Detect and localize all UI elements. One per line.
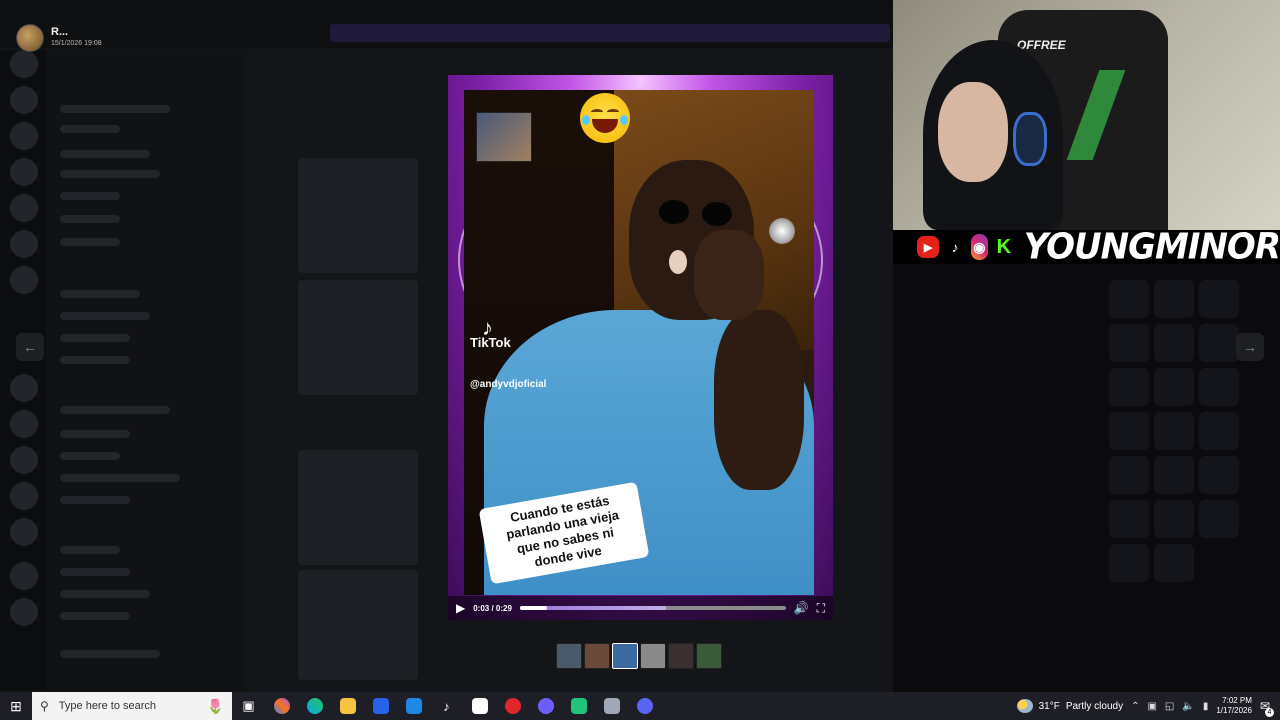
video-time: 0:03 / 0:29 xyxy=(473,603,512,613)
media-thumbnail-strip xyxy=(556,643,722,669)
channel-list xyxy=(46,50,246,692)
sender-name[interactable]: R... xyxy=(51,26,68,38)
screen: R... 15/1/2026 19:08 ← → ♪ TikTok @andyv… xyxy=(0,0,1280,720)
partly-cloudy-icon xyxy=(1016,699,1033,713)
stream-social-bar: ▶ ♪ ◉ K YOUNGMINOR xyxy=(893,226,1280,268)
tiktok-app-icon[interactable]: ♪ xyxy=(430,692,463,720)
clock-date: 1/17/2026 xyxy=(1216,706,1252,715)
app-icon[interactable] xyxy=(562,692,595,720)
instagram-icon: ◉ xyxy=(970,234,989,260)
wifi-icon[interactable]: ◱ xyxy=(1165,701,1174,712)
arrow-right-icon: → xyxy=(1243,339,1257,355)
video-content: ♪ TikTok @andyvdjoficial Cuando te estás… xyxy=(464,90,814,595)
discord-icon[interactable] xyxy=(628,692,661,720)
tiktok-handle: @andyvdjoficial xyxy=(470,379,547,390)
capcut-icon[interactable] xyxy=(463,692,496,720)
server-list xyxy=(0,50,46,690)
start-button[interactable]: ⊞ xyxy=(0,692,32,720)
notification-button[interactable]: ✉ 4 xyxy=(1260,699,1274,717)
tulips-icon: 🌷 xyxy=(206,697,224,714)
weather-temp: 31°F xyxy=(1038,700,1060,712)
task-view-icon[interactable]: ▣ xyxy=(232,692,265,720)
media-thumbnail[interactable] xyxy=(668,643,694,669)
file-explorer-icon[interactable] xyxy=(331,692,364,720)
kick-icon: K xyxy=(996,235,1012,258)
arrow-left-icon: ← xyxy=(23,339,37,355)
search-placeholder: Type here to search xyxy=(58,700,157,712)
taskbar-search[interactable]: ⚲ Type here to search 🌷 xyxy=(32,692,232,720)
laughing-emoji-icon xyxy=(580,93,630,143)
windows-icon: ⊞ xyxy=(10,697,22,714)
store-icon[interactable] xyxy=(364,692,397,720)
tiktok-watermark: TikTok xyxy=(470,335,511,350)
video-progress-fill xyxy=(519,606,548,610)
sender-date: 15/1/2026 19:08 xyxy=(51,40,102,47)
media-thumbnail[interactable] xyxy=(640,643,666,669)
youtube-icon: ▶ xyxy=(917,236,940,258)
video-player[interactable]: ♪ TikTok @andyvdjoficial Cuando te estás… xyxy=(448,75,833,620)
media-thumbnail[interactable] xyxy=(584,643,610,669)
video-controls: ▶ 0:03 / 0:29 🔊 ⛶ xyxy=(448,596,833,620)
notification-count: 4 xyxy=(1265,708,1274,717)
next-media-button[interactable]: → xyxy=(1236,333,1264,361)
play-icon[interactable]: ▶ xyxy=(456,601,465,615)
clock[interactable]: 7:02 PM 1/17/2026 xyxy=(1216,696,1252,716)
video-progress-bar[interactable] xyxy=(519,606,786,610)
system-tray: 31°F Partly cloudy ⌃ ▣ ◱ 🔈 ▮ 7:02 PM 1/1… xyxy=(1016,692,1280,720)
mail-icon[interactable] xyxy=(397,692,430,720)
opera-icon[interactable] xyxy=(496,692,529,720)
copilot-icon[interactable] xyxy=(265,692,298,720)
streamer-brand-name: YOUNGMINOR xyxy=(1023,226,1280,268)
weather-desc: Partly cloudy xyxy=(1065,700,1124,712)
right-side-panel xyxy=(893,262,1280,692)
weather-widget[interactable]: 31°F Partly cloudy xyxy=(1016,699,1124,713)
app-icon[interactable] xyxy=(595,692,628,720)
windows-taskbar: ⊞ ⚲ Type here to search 🌷 ▣ ♪ 31°F Partl… xyxy=(0,692,1280,720)
media-thumbnail[interactable] xyxy=(556,643,582,669)
search-icon: ⚲ xyxy=(40,699,49,713)
discord-banner xyxy=(330,24,890,42)
streamer-webcam: OFFREE xyxy=(893,0,1280,230)
tiktok-icon: ♪ xyxy=(945,234,965,260)
clock-time: 7:02 PM xyxy=(1222,696,1252,705)
speaker-icon[interactable]: 🔈 xyxy=(1182,701,1194,712)
chevron-up-icon[interactable]: ⌃ xyxy=(1131,701,1139,712)
network-icon[interactable]: ▣ xyxy=(1147,701,1156,712)
picture-in-picture-inset xyxy=(476,112,532,162)
previous-media-button[interactable]: ← xyxy=(16,333,44,361)
fullscreen-icon[interactable]: ⛶ xyxy=(817,601,825,616)
streamer-face xyxy=(938,82,1008,182)
media-thumbnail[interactable] xyxy=(696,643,722,669)
media-thumbnail[interactable] xyxy=(612,643,638,669)
battery-icon[interactable]: ▮ xyxy=(1203,701,1209,712)
obs-icon[interactable] xyxy=(529,692,562,720)
volume-icon[interactable]: 🔊 xyxy=(794,601,809,615)
sender-avatar[interactable] xyxy=(16,24,44,52)
headset xyxy=(1013,112,1047,166)
edge-icon[interactable] xyxy=(298,692,331,720)
